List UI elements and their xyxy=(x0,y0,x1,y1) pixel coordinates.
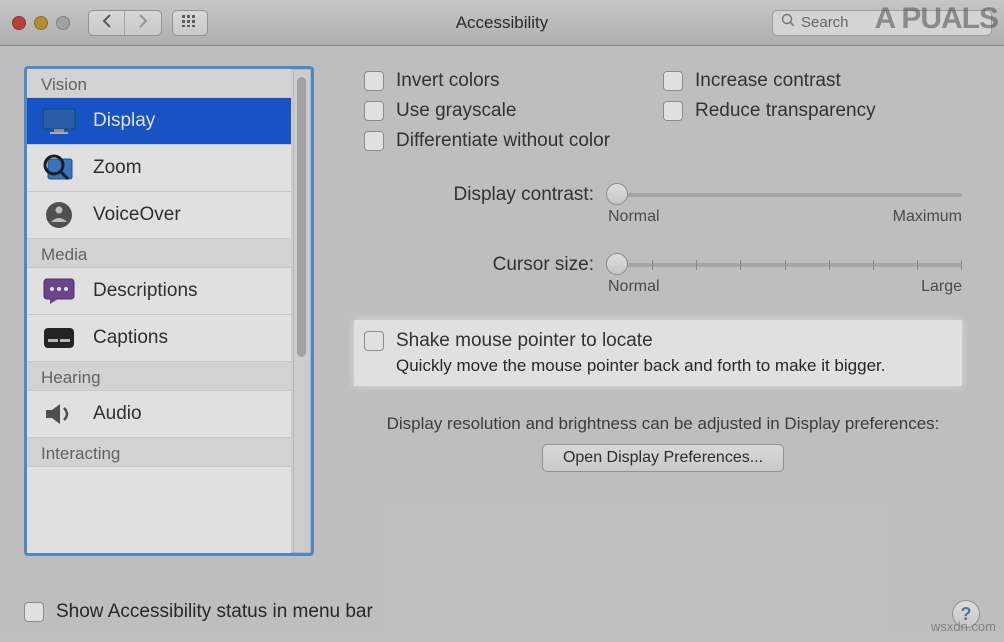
sidebar-item-label: VoiceOver xyxy=(93,204,181,226)
checkbox-label: Shake mouse pointer to locate xyxy=(396,330,653,352)
window-toolbar: Accessibility xyxy=(0,0,1004,46)
grid-icon xyxy=(182,14,198,32)
voiceover-icon xyxy=(41,200,77,230)
checkbox-shake-pointer[interactable]: Shake mouse pointer to locate xyxy=(364,330,948,352)
note-text: Display resolution and brightness can be… xyxy=(364,414,962,434)
nav-segment xyxy=(88,10,162,36)
close-window-button[interactable] xyxy=(12,16,26,30)
checkbox-increase-contrast[interactable]: Increase contrast xyxy=(663,70,962,92)
checkbox-icon xyxy=(364,131,384,151)
sidebar-group-interacting: Interacting xyxy=(27,438,291,467)
checkbox-invert-colors[interactable]: Invert colors xyxy=(364,70,663,92)
slider-max-label: Maximum xyxy=(893,208,962,226)
checkbox-differentiate-color[interactable]: Differentiate without color xyxy=(364,130,663,152)
scrollbar-thumb[interactable] xyxy=(297,77,306,357)
sidebar-item-label: Display xyxy=(93,110,155,132)
checkbox-label: Show Accessibility status in menu bar xyxy=(56,601,373,623)
watermark-brand: A PUALS xyxy=(874,2,998,36)
settings-panel: Invert colors Increase contrast Use gray… xyxy=(334,66,980,556)
checkbox-label: Use grayscale xyxy=(396,100,516,122)
sidebar-scrollbar[interactable] xyxy=(293,71,309,551)
sidebar-item-zoom[interactable]: Zoom xyxy=(27,145,291,192)
checkbox-icon xyxy=(24,602,44,622)
watermark-site: wsxdn.com xyxy=(931,619,996,634)
slider-min-label: Normal xyxy=(608,208,660,226)
chevron-right-icon xyxy=(138,14,148,31)
shake-pointer-description: Quickly move the mouse pointer back and … xyxy=(396,356,948,376)
checkbox-label: Reduce transparency xyxy=(695,100,876,122)
chevron-left-icon xyxy=(102,14,112,31)
checkbox-use-grayscale[interactable]: Use grayscale xyxy=(364,100,663,122)
open-display-preferences-button[interactable]: Open Display Preferences... xyxy=(542,444,784,472)
show-all-button[interactable] xyxy=(172,10,208,36)
sidebar-group-hearing: Hearing xyxy=(27,362,291,391)
checkbox-reduce-transparency[interactable]: Reduce transparency xyxy=(663,100,962,122)
sidebar-item-label: Audio xyxy=(93,403,142,425)
shake-pointer-section: Shake mouse pointer to locate Quickly mo… xyxy=(354,320,962,386)
cursor-size-slider-block: Cursor size: Normal Large xyxy=(364,254,962,296)
checkbox-label: Invert colors xyxy=(396,70,499,92)
checkbox-show-status-menubar[interactable]: Show Accessibility status in menu bar xyxy=(24,601,373,623)
sidebar-item-audio[interactable]: Audio xyxy=(27,391,291,438)
slider-min-label: Normal xyxy=(608,278,660,296)
sidebar-item-label: Descriptions xyxy=(93,280,198,302)
traffic-lights xyxy=(12,16,70,30)
checkbox-label: Increase contrast xyxy=(695,70,841,92)
search-icon xyxy=(781,13,795,32)
display-contrast-slider[interactable] xyxy=(608,184,962,206)
minimize-window-button[interactable] xyxy=(34,16,48,30)
category-sidebar: Vision Display Zoom VoiceOver Media xyxy=(24,66,314,556)
back-button[interactable] xyxy=(89,11,125,35)
zoom-icon xyxy=(41,153,77,183)
content-area: Vision Display Zoom VoiceOver Media xyxy=(0,46,1004,566)
display-contrast-slider-block: Display contrast: Normal Maximum xyxy=(364,184,962,226)
checkbox-icon xyxy=(364,71,384,91)
sidebar-group-media: Media xyxy=(27,239,291,268)
sidebar-item-voiceover[interactable]: VoiceOver xyxy=(27,192,291,239)
maximize-window-button[interactable] xyxy=(56,16,70,30)
sidebar-item-display[interactable]: Display xyxy=(27,98,291,145)
slider-label: Cursor size: xyxy=(364,254,594,276)
sidebar-item-label: Captions xyxy=(93,327,168,349)
sidebar-item-captions[interactable]: Captions xyxy=(27,315,291,362)
slider-knob[interactable] xyxy=(606,183,628,205)
sidebar-item-label: Zoom xyxy=(93,157,142,179)
descriptions-icon xyxy=(41,276,77,306)
audio-icon xyxy=(41,399,77,429)
sidebar-group-vision: Vision xyxy=(27,69,291,98)
forward-button[interactable] xyxy=(125,11,161,35)
display-icon xyxy=(41,106,77,136)
window-footer: Show Accessibility status in menu bar ? xyxy=(24,600,980,628)
checkbox-icon xyxy=(364,101,384,121)
checkbox-icon xyxy=(364,331,384,351)
slider-max-label: Large xyxy=(921,278,962,296)
cursor-size-slider[interactable] xyxy=(608,254,962,276)
checkbox-label: Differentiate without color xyxy=(396,130,610,152)
checkbox-icon xyxy=(663,101,683,121)
sidebar-item-descriptions[interactable]: Descriptions xyxy=(27,268,291,315)
checkbox-icon xyxy=(663,71,683,91)
slider-label: Display contrast: xyxy=(364,184,594,206)
captions-icon xyxy=(41,323,77,353)
slider-knob[interactable] xyxy=(606,253,628,275)
display-preferences-note: Display resolution and brightness can be… xyxy=(364,414,962,472)
